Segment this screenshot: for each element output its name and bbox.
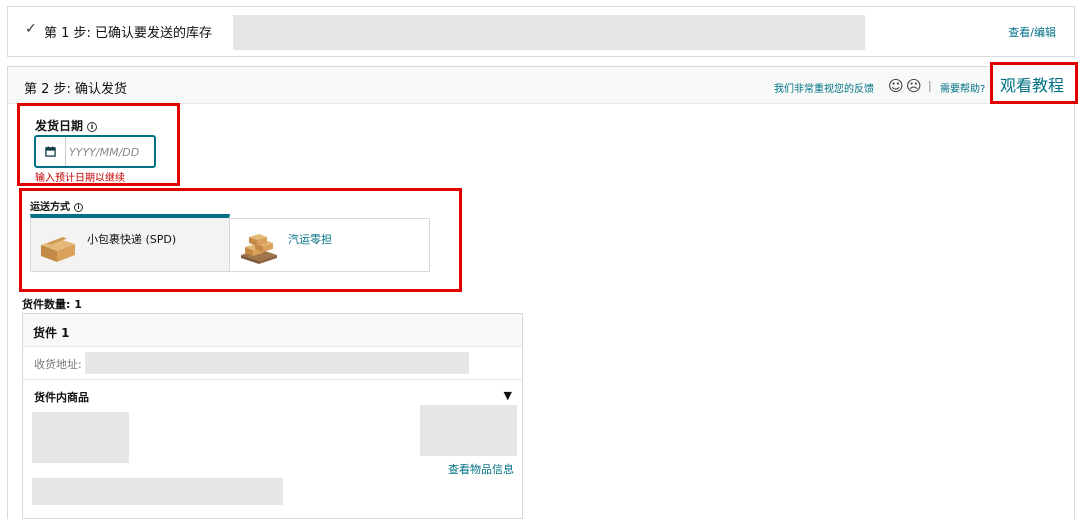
address-row: 收货地址: xyxy=(23,347,522,380)
feedback-link[interactable]: 我们非常重视您的反馈 xyxy=(774,80,874,95)
redacted-item-name xyxy=(32,478,283,505)
redacted-address xyxy=(85,352,469,374)
smile-icon[interactable]: ☺ xyxy=(888,77,904,95)
address-label: 收货地址: xyxy=(34,358,82,371)
shipping-method-highlight xyxy=(19,188,462,292)
package-items-title: 货件内商品 xyxy=(34,391,89,404)
step2-header: 第 2 步: 确认发货 我们非常重视您的反馈 ☺ ☹ | 需要帮助? 观看教程 xyxy=(8,62,1078,104)
watch-tutorial-link[interactable]: 观看教程 xyxy=(1000,72,1064,96)
collapse-toggle-icon[interactable]: ▼ xyxy=(504,389,512,402)
package-count: 货件数量: 1 xyxy=(22,298,82,311)
redacted-item-image xyxy=(32,412,129,463)
step1-title: 第 1 步: 已确认要发送的库存 xyxy=(44,26,213,41)
ship-date-highlight xyxy=(17,103,180,186)
tutorial-highlight: 观看教程 xyxy=(990,62,1078,104)
step1-card: ✓ 第 1 步: 已确认要发送的库存 查看/编辑 xyxy=(7,6,1075,57)
package-card: 货件 1 收货地址: 货件内商品 ▼ 查看物品信息 xyxy=(22,313,523,519)
view-edit-link[interactable]: 查看/编辑 xyxy=(1008,24,1056,40)
redacted-block xyxy=(233,15,865,50)
redacted-item-info xyxy=(420,405,517,456)
step2-title: 第 2 步: 确认发货 xyxy=(24,82,128,97)
view-item-info-link[interactable]: 查看物品信息 xyxy=(448,461,514,477)
package-title: 货件 1 xyxy=(33,326,70,340)
help-link[interactable]: 需要帮助? xyxy=(940,80,985,95)
check-icon: ✓ xyxy=(25,21,37,37)
package-header: 货件 1 xyxy=(23,314,522,347)
frown-icon[interactable]: ☹ xyxy=(906,77,922,95)
separator: | xyxy=(928,79,932,92)
